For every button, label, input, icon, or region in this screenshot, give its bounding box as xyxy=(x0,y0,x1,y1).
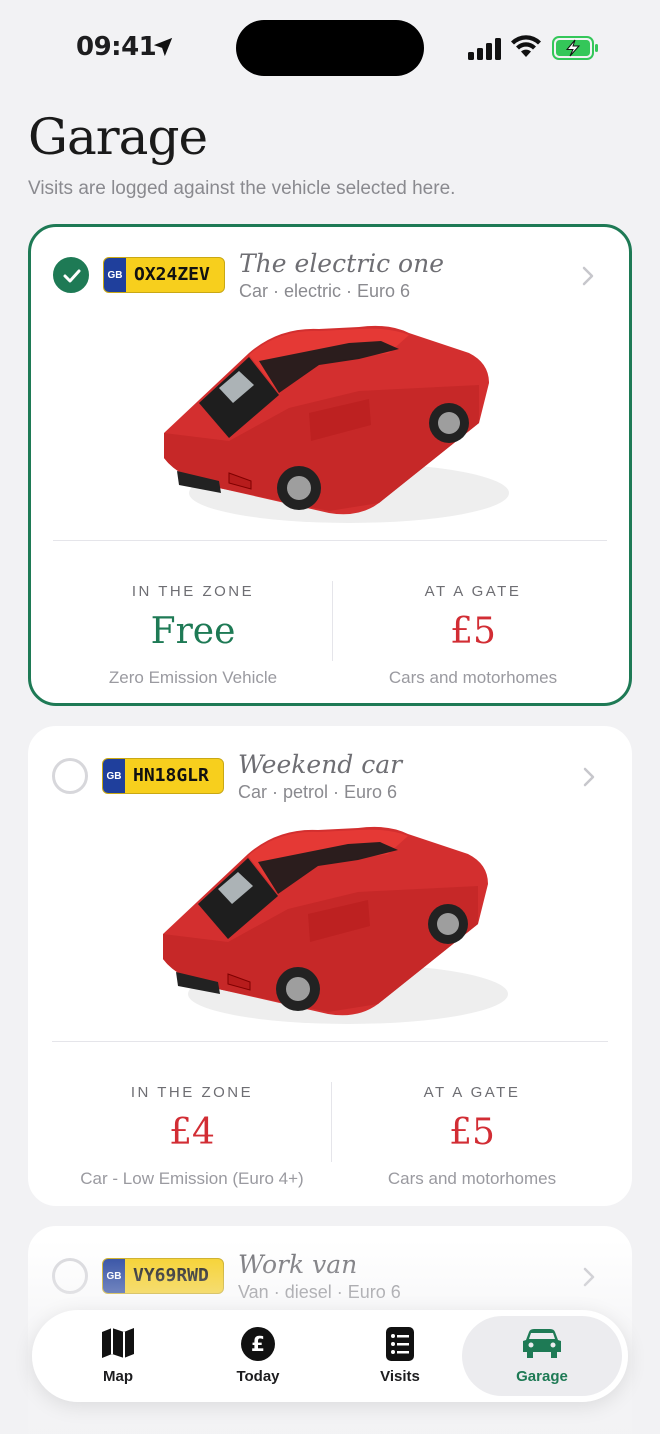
license-plate: GB HN18GLR xyxy=(102,758,224,794)
gate-label: AT A GATE xyxy=(424,583,522,600)
zone-charge: IN THE ZONE £4 Car - Low Emission (Euro … xyxy=(52,1084,332,1189)
zone-note: Zero Emission Vehicle xyxy=(108,668,278,687)
gate-note: Cars and motorhomes xyxy=(388,668,558,687)
car-icon xyxy=(523,1329,561,1358)
chevron-right-icon[interactable] xyxy=(582,1266,596,1288)
battery-charging-icon xyxy=(552,36,598,60)
plate-country: GB xyxy=(103,1259,125,1293)
chevron-right-icon[interactable] xyxy=(581,265,595,287)
plate-country: GB xyxy=(104,258,126,292)
card-divider xyxy=(53,540,607,541)
map-icon xyxy=(102,1328,134,1358)
gate-amount: £5 xyxy=(449,1112,495,1153)
license-plate: GB OX24ZEV xyxy=(103,257,225,293)
status-bar: 09:41 xyxy=(0,0,660,100)
tab-bar: Map £ Today Visits Garage xyxy=(32,1310,628,1402)
list-icon xyxy=(386,1327,414,1361)
gate-charge: AT A GATE £5 Cars and motorhomes xyxy=(332,1084,612,1189)
chevron-right-icon[interactable] xyxy=(582,766,596,788)
license-plate: GB VY69RWD xyxy=(102,1258,224,1294)
plate-country: GB xyxy=(103,759,125,793)
plate-registration: VY69RWD xyxy=(133,1265,209,1286)
pound-icon: £ xyxy=(241,1327,275,1361)
tab-visits[interactable]: Visits xyxy=(330,1310,470,1402)
vehicle-meta: Car · petrol · Euro 6 xyxy=(238,782,398,802)
radio-unselected[interactable] xyxy=(52,758,88,794)
tab-today[interactable]: £ Today xyxy=(188,1310,328,1402)
dynamic-island xyxy=(236,20,424,76)
cellular-signal-icon xyxy=(468,38,501,60)
checkmark-icon xyxy=(63,269,81,283)
tab-label: Garage xyxy=(516,1368,568,1385)
page-title: Garage xyxy=(28,108,208,166)
status-time: 09:41 xyxy=(76,32,157,62)
card-divider xyxy=(52,1041,608,1042)
zone-amount: Free xyxy=(150,611,236,652)
vehicle-nickname: The electric one xyxy=(239,249,444,278)
tab-label: Visits xyxy=(380,1368,420,1385)
gate-note: Cars and motorhomes xyxy=(387,1169,557,1188)
tab-map[interactable]: Map xyxy=(48,1310,188,1402)
gate-charge: AT A GATE £5 Cars and motorhomes xyxy=(333,583,613,688)
radio-selected[interactable] xyxy=(53,257,89,293)
vehicle-meta: Car · electric · Euro 6 xyxy=(239,281,411,301)
tab-label: Today xyxy=(236,1368,280,1385)
tab-garage[interactable]: Garage xyxy=(462,1316,622,1396)
wifi-icon xyxy=(511,35,541,57)
svg-text:£: £ xyxy=(251,1332,265,1356)
zone-amount: £4 xyxy=(169,1112,215,1153)
page-subtitle: Visits are logged against the vehicle se… xyxy=(28,178,456,199)
vehicle-nickname: Weekend car xyxy=(238,750,403,779)
gate-label: AT A GATE xyxy=(423,1084,521,1101)
gate-amount: £5 xyxy=(450,611,496,652)
vehicle-nickname: Work van xyxy=(238,1250,358,1279)
plate-registration: OX24ZEV xyxy=(134,264,210,285)
red-car-illustration xyxy=(164,325,509,523)
zone-note: Car - Low Emission (Euro 4+) xyxy=(80,1169,304,1188)
tab-label: Map xyxy=(103,1368,133,1385)
location-arrow-icon xyxy=(153,37,173,57)
zone-label: IN THE ZONE xyxy=(131,583,255,600)
zone-label: IN THE ZONE xyxy=(130,1084,254,1101)
vehicle-meta: Van · diesel · Euro 6 xyxy=(238,1282,401,1302)
radio-unselected[interactable] xyxy=(52,1258,88,1294)
red-car-illustration xyxy=(163,826,508,1024)
zone-charge: IN THE ZONE Free Zero Emission Vehicle xyxy=(53,583,333,688)
plate-registration: HN18GLR xyxy=(133,765,209,786)
vehicle-card-selected[interactable]: GB OX24ZEV The electric one Car · electr… xyxy=(28,224,632,706)
vehicle-card[interactable]: GB HN18GLR Weekend car Car · petrol · Eu… xyxy=(28,726,632,1206)
